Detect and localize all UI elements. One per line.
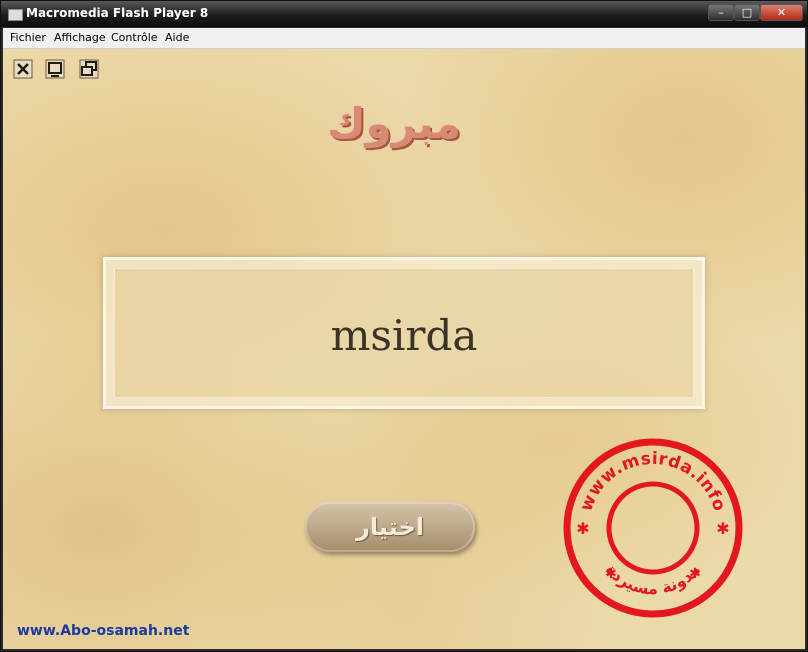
stamp-seal: www.msirda.info مدونة مسيردة ✱ ✱ ✱ ✱ (563, 438, 743, 618)
maximize-button[interactable]: □ (734, 4, 760, 21)
close-button[interactable]: ✕ (760, 4, 803, 21)
menu-controle[interactable]: Contrôle (111, 31, 158, 44)
flash-content: مبروك msirda اختيار www.msirda.info مدون… (3, 49, 805, 649)
star-icon: ✱ (689, 566, 701, 582)
choose-button[interactable]: اختيار (305, 502, 475, 552)
title-bar[interactable]: Macromedia Flash Player 8 – □ ✕ (1, 1, 807, 27)
close-icon[interactable] (13, 59, 33, 79)
website-link[interactable]: www.Abo-osamah.net (17, 623, 189, 639)
star-icon: ✱ (716, 519, 729, 538)
name-panel: msirda (103, 257, 705, 409)
name-panel-inner: msirda (114, 268, 694, 398)
menu-affichage[interactable]: Affichage (54, 31, 106, 44)
star-icon: ✱ (605, 566, 617, 582)
menu-bar: Fichier Affichage Contrôle Aide (3, 28, 805, 49)
window-icon[interactable] (45, 59, 65, 79)
restore-icon[interactable] (79, 59, 99, 79)
flash-player-window: Macromedia Flash Player 8 – □ ✕ Fichier … (0, 0, 808, 652)
menu-fichier[interactable]: Fichier (10, 31, 46, 44)
name-display: msirda (330, 311, 478, 360)
congratulations-heading: مبروك (327, 99, 461, 148)
window-title: Macromedia Flash Player 8 (26, 6, 209, 20)
minimize-button[interactable]: – (708, 4, 734, 21)
menu-aide[interactable]: Aide (165, 31, 189, 44)
star-icon: ✱ (576, 519, 589, 538)
app-icon (8, 9, 23, 21)
